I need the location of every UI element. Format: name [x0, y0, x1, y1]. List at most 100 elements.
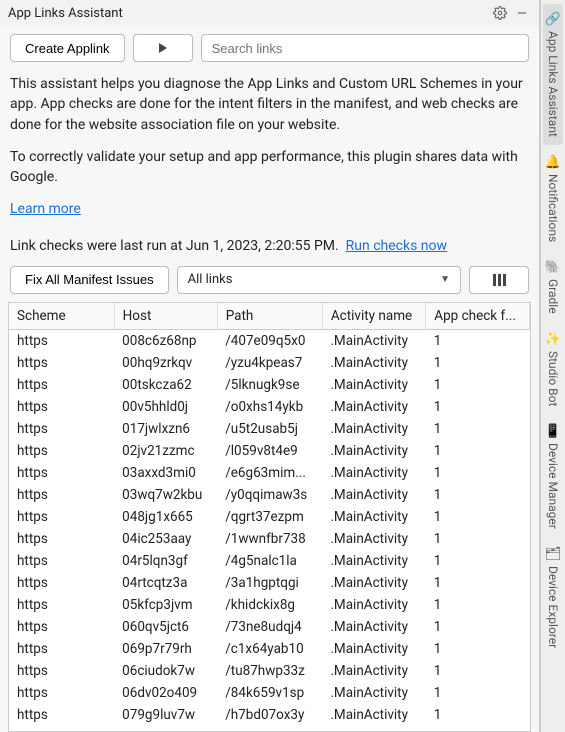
- status-prefix: Link checks were last run at: [10, 238, 186, 254]
- cell-check: 1: [426, 638, 530, 660]
- rail-item-gradle[interactable]: 🐘Gradle: [543, 252, 563, 322]
- rail-label: App Links Assistant: [546, 31, 560, 137]
- cell-host: 03axxd3mi0: [114, 462, 217, 484]
- table-row[interactable]: https02jv21zzmc/l059v8t4e9.MainActivity1: [9, 440, 530, 462]
- table-row[interactable]: https03wq7w2kbu/y0qqimaw3s.MainActivity1: [9, 484, 530, 506]
- cell-activity: .MainActivity: [322, 572, 425, 594]
- cell-path: /e6g63mim...: [217, 462, 322, 484]
- cell-activity: .MainActivity: [322, 594, 425, 616]
- rail-item-studio-bot[interactable]: ✨Studio Bot: [543, 324, 563, 414]
- header-check[interactable]: App check f...: [426, 303, 530, 330]
- cell-check: 1: [426, 329, 530, 352]
- run-checks-link[interactable]: Run checks now: [346, 238, 447, 254]
- play-icon: [159, 43, 167, 53]
- table-row[interactable]: https05kfcp3jvm/khidckix8g.MainActivity1: [9, 594, 530, 616]
- cell-host: 04r5lqn3gf: [114, 550, 217, 572]
- cell-activity: .MainActivity: [322, 352, 425, 374]
- rail-label: Device Manager: [546, 443, 560, 529]
- cell-activity: .MainActivity: [322, 660, 425, 682]
- cell-activity: .MainActivity: [322, 440, 425, 462]
- cell-activity: .MainActivity: [322, 396, 425, 418]
- header-host[interactable]: Host: [114, 303, 217, 330]
- table-row[interactable]: https00v5hhld0j/o0xhs14ykb.MainActivity1: [9, 396, 530, 418]
- table-row[interactable]: https06ciudok7w/tu87hwp33z.MainActivity1: [9, 660, 530, 682]
- cell-check: 1: [426, 660, 530, 682]
- cell-path: /y0qqimaw3s: [217, 484, 322, 506]
- cell-scheme: https: [9, 550, 114, 572]
- cell-host: 06dv02o409: [114, 682, 217, 704]
- header-path[interactable]: Path: [217, 303, 322, 330]
- cell-scheme: https: [9, 572, 114, 594]
- table-row[interactable]: https00tskcza62/5lknugk9se.MainActivity1: [9, 374, 530, 396]
- links-table: Scheme Host Path Activity name App check…: [9, 303, 530, 726]
- cell-scheme: https: [9, 418, 114, 440]
- cell-host: 00tskcza62: [114, 374, 217, 396]
- cell-host: 00v5hhld0j: [114, 396, 217, 418]
- cell-activity: .MainActivity: [322, 682, 425, 704]
- cell-check: 1: [426, 572, 530, 594]
- app-links-assistant-icon: 🔗: [545, 12, 561, 27]
- cell-scheme: https: [9, 528, 114, 550]
- cell-activity: .MainActivity: [322, 638, 425, 660]
- cell-path: /73ne8udqj4: [217, 616, 322, 638]
- table-row[interactable]: https060qv5jct6/73ne8udqj4.MainActivity1: [9, 616, 530, 638]
- cell-scheme: https: [9, 484, 114, 506]
- device-manager-icon: 📱: [545, 424, 561, 439]
- table-row[interactable]: https06dv02o409/84k659v1sp.MainActivity1: [9, 682, 530, 704]
- cell-path: /407e09q5x0: [217, 329, 322, 352]
- table-header-row: Scheme Host Path Activity name App check…: [9, 303, 530, 330]
- cell-activity: .MainActivity: [322, 418, 425, 440]
- cell-path: /4g5nalc1la: [217, 550, 322, 572]
- cell-scheme: https: [9, 440, 114, 462]
- table-row[interactable]: https03axxd3mi0/e6g63mim....MainActivity…: [9, 462, 530, 484]
- cell-scheme: https: [9, 396, 114, 418]
- filter-dropdown[interactable]: All links ▼: [177, 266, 461, 294]
- learn-more-link[interactable]: Learn more: [10, 201, 81, 217]
- device-explorer-icon: 🗂: [545, 547, 562, 562]
- table-row[interactable]: https017jwlxzn6/u5t2usab5j.MainActivity1: [9, 418, 530, 440]
- cell-host: 05kfcp3jvm: [114, 594, 217, 616]
- cell-activity: .MainActivity: [322, 616, 425, 638]
- create-applink-button[interactable]: Create Applink: [10, 34, 125, 62]
- notifications-icon: 🔔: [545, 155, 561, 170]
- table-row[interactable]: https008c6z68np/407e09q5x0.MainActivity1: [9, 329, 530, 352]
- table-row[interactable]: https04ic253aay/1wwnfbr738.MainActivity1: [9, 528, 530, 550]
- cell-host: 048jg1x665: [114, 506, 217, 528]
- cell-activity: .MainActivity: [322, 329, 425, 352]
- rail-item-device-manager[interactable]: 📱 Device Manager: [543, 416, 563, 537]
- header-activity[interactable]: Activity name: [322, 303, 425, 330]
- table-row[interactable]: https048jg1x665/qgrt37ezpm.MainActivity1: [9, 506, 530, 528]
- table-row[interactable]: https04rtcqtz3a/3a1hgptqgi.MainActivity1: [9, 572, 530, 594]
- cell-scheme: https: [9, 682, 114, 704]
- rail-item-notifications[interactable]: 🔔Notifications: [543, 147, 563, 250]
- status-row: Link checks were last run at Jun 1, 2023…: [0, 232, 539, 260]
- search-input[interactable]: [201, 34, 529, 62]
- rail-item-app-links-assistant[interactable]: 🔗 App Links Assistant: [543, 4, 563, 145]
- cell-scheme: https: [9, 594, 114, 616]
- columns-icon: [493, 274, 506, 286]
- header-scheme[interactable]: Scheme: [9, 303, 114, 330]
- cell-path: /tu87hwp33z: [217, 660, 322, 682]
- cell-path: /5lknugk9se: [217, 374, 322, 396]
- table-row[interactable]: https079g9luv7w/h7bd07ox3y.MainActivity1: [9, 704, 530, 726]
- cell-scheme: https: [9, 638, 114, 660]
- cell-check: 1: [426, 594, 530, 616]
- gear-icon[interactable]: [491, 4, 509, 22]
- cell-check: 1: [426, 374, 530, 396]
- table-row[interactable]: https04r5lqn3gf/4g5nalc1la.MainActivity1: [9, 550, 530, 572]
- cell-host: 03wq7w2kbu: [114, 484, 217, 506]
- rail-item-device-explorer[interactable]: 🗂Device Explorer: [543, 539, 564, 656]
- gradle-icon: 🐘: [545, 260, 561, 275]
- cell-host: 008c6z68np: [114, 329, 217, 352]
- minimize-icon[interactable]: [513, 4, 531, 22]
- cell-path: /yzu4kpeas7: [217, 352, 322, 374]
- table-row[interactable]: https00hq9zrkqv/yzu4kpeas7.MainActivity1: [9, 352, 530, 374]
- play-button[interactable]: [133, 34, 193, 62]
- fix-manifest-button[interactable]: Fix All Manifest Issues: [10, 266, 169, 294]
- table-row[interactable]: https069p7r79rh/c1x64yab10.MainActivity1: [9, 638, 530, 660]
- cell-check: 1: [426, 528, 530, 550]
- cell-check: 1: [426, 418, 530, 440]
- cell-check: 1: [426, 396, 530, 418]
- cell-scheme: https: [9, 352, 114, 374]
- columns-button[interactable]: [469, 266, 529, 294]
